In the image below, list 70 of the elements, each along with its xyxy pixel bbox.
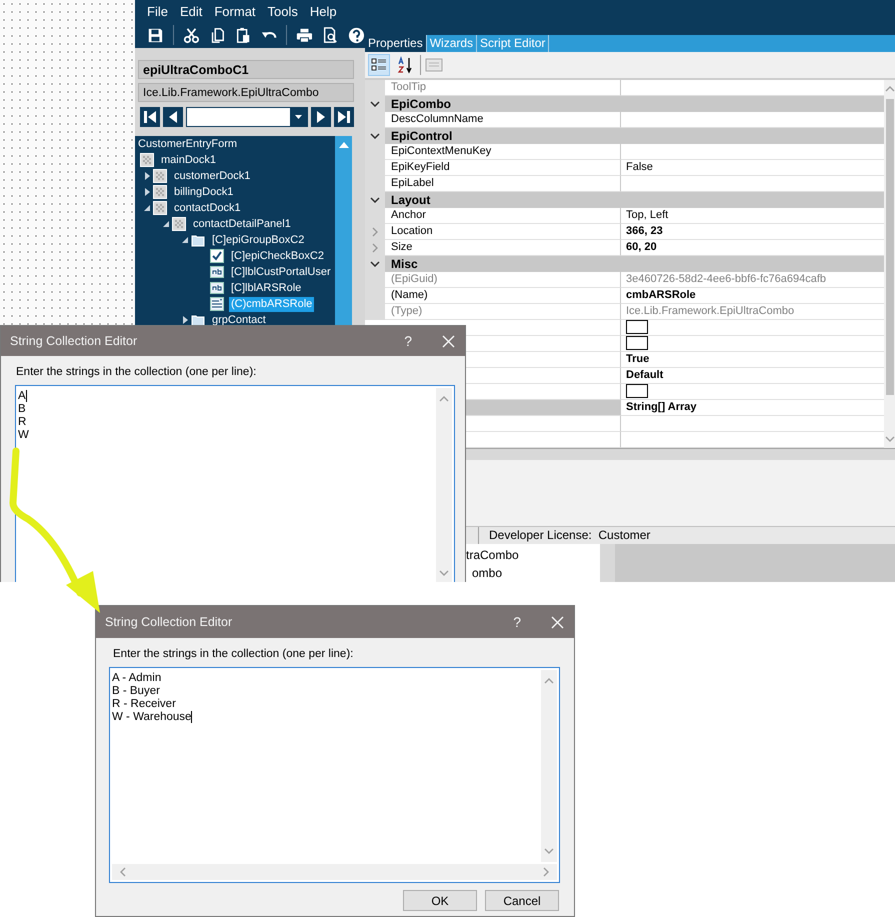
tree-item[interactable]: grpContact: [210, 312, 268, 328]
property-label: ToolTip: [391, 80, 426, 93]
property-label: DescColumnName: [391, 112, 484, 125]
category-name: Misc: [390, 256, 418, 272]
list-item[interactable]: traCombo: [466, 548, 519, 562]
menu-item[interactable]: File: [141, 4, 174, 18]
tree-item[interactable]: contactDock1: [172, 200, 243, 216]
property-name[interactable]: (Name): [385, 288, 621, 304]
dialog-button[interactable]: Cancel: [485, 890, 559, 911]
list-item[interactable]: ombo: [472, 566, 502, 580]
property-value[interactable]: 3e460726-58d2-4ee6-bbf6-fc76a694cafb: [621, 272, 884, 288]
text-line: R - Receiver: [112, 698, 176, 710]
property-label: Location: [391, 224, 433, 237]
text-line: W: [18, 429, 29, 441]
tree-item[interactable]: billingDock1: [172, 184, 236, 200]
property-name[interactable]: Anchor: [385, 208, 621, 224]
category-name: EpiControl: [390, 128, 452, 144]
text-field[interactable]: A - Admin B - Buyer R - Receiver W - Warehouse: [109, 667, 560, 883]
property-name[interactable]: EpiKeyField: [385, 160, 621, 176]
text-line: A: [18, 390, 27, 402]
property-label: Anchor: [391, 208, 426, 221]
category-name: EpiCombo: [390, 96, 451, 112]
text-line: B: [18, 403, 26, 415]
property-value[interactable]: True: [621, 352, 884, 368]
category-name: Layout: [390, 192, 430, 208]
property-label: (EpiGuid): [391, 272, 438, 285]
property-value[interactable]: Ice.Lib.Framework.EpiUltraCombo: [621, 304, 884, 320]
property-value[interactable]: Top, Left: [621, 208, 884, 224]
help-button[interactable]: ?: [404, 333, 412, 349]
property-value[interactable]: False: [621, 160, 884, 176]
help-button[interactable]: ?: [513, 614, 521, 630]
control-type-field: Ice.Lib.Framework.EpiUltraCombo: [138, 83, 354, 102]
prompt-label: Enter the strings in the collection (one per line):: [16, 366, 258, 378]
dialog-button[interactable]: OK: [403, 890, 477, 911]
prompt-label: Enter the strings in the collection (one per line):: [113, 648, 354, 660]
text-field[interactable]: A B R W: [15, 385, 455, 582]
tree-item[interactable]: mainDock1: [159, 152, 218, 168]
property-label: EpiLabel: [391, 176, 434, 189]
tab[interactable]: Properties: [365, 34, 427, 52]
window-title: String Collection Editor: [105, 615, 234, 629]
text-line: B - Buyer: [112, 685, 160, 697]
menu-item[interactable]: Tools: [262, 4, 304, 18]
tree-item[interactable]: [C]lblCustPortalUser: [229, 264, 333, 280]
menu-item[interactable]: Edit: [174, 4, 208, 18]
tree-item[interactable]: [C]lblARSRole: [229, 280, 304, 296]
property-name[interactable]: EpiContextMenuKey: [385, 144, 621, 160]
tree-item[interactable]: [C]epiCheckBoxC2: [229, 248, 326, 264]
property-label: (Type): [391, 304, 422, 317]
tree-item[interactable]: [C]epiGroupBoxC2: [210, 232, 306, 248]
text-line: R: [18, 416, 26, 428]
property-name[interactable]: (EpiGuid): [385, 272, 621, 288]
property-value[interactable]: Default: [621, 368, 884, 384]
property-value[interactable]: 366, 23: [621, 224, 884, 240]
menu-item[interactable]: Format: [208, 4, 262, 18]
property-label: Size: [391, 240, 412, 253]
text-line: A - Admin: [112, 672, 162, 684]
property-name[interactable]: (Type): [385, 304, 621, 320]
tree-item[interactable]: contactDetailPanel1: [191, 216, 293, 232]
property-value[interactable]: cmbARSRole: [621, 288, 884, 304]
tree-item[interactable]: customerDock1: [172, 168, 252, 184]
window-title: String Collection Editor: [10, 334, 138, 348]
property-value[interactable]: String[] Array: [621, 400, 884, 416]
property-label: EpiKeyField: [391, 160, 450, 173]
menu-item[interactable]: Help: [304, 4, 343, 18]
property-label: EpiContextMenuKey: [391, 144, 492, 157]
property-label: (Name): [391, 288, 428, 301]
property-name[interactable]: Location: [385, 224, 621, 240]
control-name-field: epiUltraComboC1: [138, 60, 354, 79]
tree-item[interactable]: CustomerEntryForm: [136, 136, 240, 152]
text-line: W - Warehouse: [112, 711, 192, 723]
